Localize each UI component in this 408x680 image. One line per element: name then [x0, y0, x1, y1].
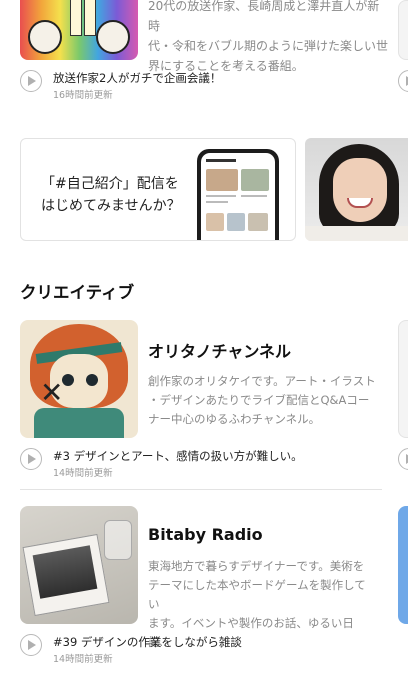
description-line: 東海地方で暮らすデザイナーです。美術を — [148, 559, 365, 573]
channel-thumbnail[interactable]: ✕ — [20, 320, 138, 438]
play-icon[interactable] — [398, 70, 408, 92]
illustration-eye — [62, 374, 74, 386]
play-icon[interactable] — [20, 634, 42, 656]
next-card-peek[interactable] — [398, 506, 408, 624]
phone-tile — [241, 169, 269, 191]
featured-portrait[interactable] — [305, 138, 408, 241]
illustration-x-mark: ✕ — [40, 376, 64, 409]
phone-screen — [201, 153, 275, 240]
phone-tile — [227, 213, 245, 231]
banner-line: はじめてみませんか？ — [41, 198, 181, 214]
episode-time: 14時間前更新 — [53, 468, 113, 479]
program-description: 20代の放送作家、長崎周成と澤井直人が新時 代・令和をバブル期のように弾けた楽し… — [148, 0, 388, 76]
divider — [20, 489, 382, 490]
promo-banner[interactable]: 「#自己紹介」配信を はじめてみませんか？ — [20, 138, 296, 241]
description-line: ・デザインあたりでライブ配信とQ&Aコー — [148, 393, 370, 407]
name-sign — [70, 0, 82, 36]
description-line: テーマにした本やボードゲームを製作してい — [148, 578, 366, 611]
banner-text: 「#自己紹介」配信を はじめてみませんか？ — [41, 173, 181, 217]
next-card-peek[interactable] — [398, 320, 408, 438]
phone-mockup — [197, 149, 279, 240]
program-thumbnail[interactable] — [20, 0, 138, 60]
phone-text-line — [206, 201, 228, 203]
banner-line: 「#自己紹介」配信を — [41, 176, 179, 192]
description-line: 20代の放送作家、長崎周成と澤井直人が新時 — [148, 0, 380, 33]
host-face-left — [28, 20, 62, 54]
phone-text-line — [206, 195, 236, 197]
next-card-peek[interactable] — [398, 0, 408, 60]
phone-text-line — [241, 195, 267, 197]
channel-thumbnail[interactable] — [20, 506, 138, 624]
portrait-shoulder — [305, 226, 408, 241]
name-sign — [84, 0, 96, 36]
illustration-eye — [86, 374, 98, 386]
episode-title[interactable]: 放送作家2人がガチで企画会議！ — [53, 70, 221, 86]
phone-header-bar — [206, 159, 236, 162]
description-line: ナー中心のゆるふわチャンネル。 — [148, 412, 321, 426]
play-icon[interactable] — [398, 448, 408, 470]
description-line: 創作家のオリタケイです。アート・イラスト — [148, 374, 376, 388]
episode-title[interactable]: #3 デザインとアート、感情の扱い方が難しい。 — [53, 448, 303, 464]
channel-name[interactable]: オリタノチャンネル — [148, 338, 291, 362]
section-title: クリエイティブ — [20, 283, 135, 302]
photo-glass — [104, 520, 132, 560]
phone-tile — [248, 213, 268, 231]
phone-tile — [206, 213, 224, 231]
episode-time: 16時間前更新 — [53, 90, 113, 101]
host-face-right — [96, 20, 130, 54]
phone-tile — [206, 169, 238, 191]
description-line: 代・令和をバブル期のように弾けた楽しい世 — [148, 39, 389, 53]
channel-name[interactable]: Bitaby Radio — [148, 525, 263, 544]
episode-time: 14時間前更新 — [53, 654, 113, 665]
portrait-face — [333, 158, 387, 222]
illustration-body — [34, 408, 124, 438]
play-icon[interactable] — [20, 448, 42, 470]
episode-title[interactable]: #39 デザインの作業をしながら雑談 — [53, 634, 242, 650]
play-icon[interactable] — [20, 70, 42, 92]
channel-description: 創作家のオリタケイです。アート・イラスト ・デザインあたりでライブ配信とQ&Aコ… — [148, 372, 376, 429]
